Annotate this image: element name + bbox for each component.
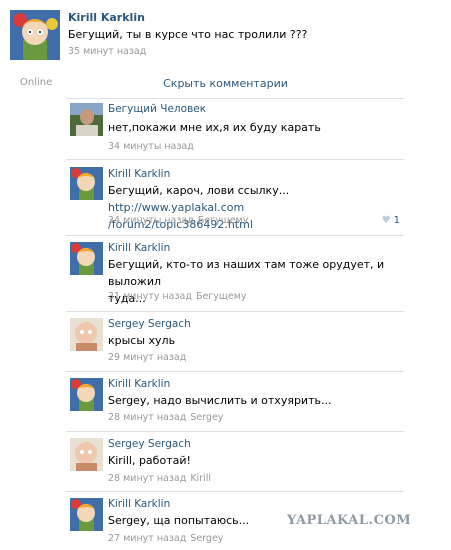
commenter-avatar[interactable] [70,242,103,275]
comment-item: Kirill Karklin Бегущий, кто-то из наших … [66,236,404,311]
comment-timestamp[interactable]: 34 минуты назад [108,141,194,152]
reply-to-link[interactable]: Sergey [190,533,223,544]
commenter-avatar[interactable] [70,438,103,471]
reply-to-link[interactable]: Бегущему [198,215,249,226]
comment-text: крысы хуль [108,334,176,347]
comment-author-link[interactable]: Бегущий Человек [108,103,206,115]
author-avatar[interactable] [10,10,60,60]
commenter-avatar[interactable] [70,167,103,200]
comment-meta: 28 минут назад Sergey [108,412,223,423]
comment-text: Kirill, работай! [108,454,191,467]
comment-meta: 34 минуты назад Бегущему [108,215,248,226]
heart-icon: ♥ [381,215,391,226]
comment-item: Sergey Sergach Kirill, работай! 28 минут… [66,432,404,491]
comment-text: нет,покажи мне их,я их буду карать [108,121,321,134]
like-button[interactable]: ♥ 1 [382,215,400,226]
like-count: 1 [393,215,400,226]
comment-author-link[interactable]: Kirill Karklin [108,378,170,390]
comment-author-link[interactable]: Kirill Karklin [108,498,170,510]
comment-text: Sergey, надо вычислить и отхуярить... [108,394,332,407]
comment-meta: 29 минут назад [108,352,186,363]
comment-item: Sergey Sergach крысы хуль 29 минут назад [66,312,404,371]
comment-item: Kirill Karklin Sergey, надо вычислить и … [66,372,404,431]
comment-timestamp[interactable]: 28 минут назад [108,412,186,423]
comment-author-link[interactable]: Kirill Karklin [108,168,170,180]
comment-author-link[interactable]: Kirill Karklin [108,242,170,254]
comment-timestamp[interactable]: 29 минут назад [108,352,186,363]
comment-meta: 34 минуты назад [108,141,194,152]
commenter-avatar[interactable] [70,378,103,411]
comment-meta: 31 минуту назад Бегущему [108,291,247,302]
commenter-avatar[interactable] [70,103,103,136]
comment-author-link[interactable]: Sergey Sergach [108,318,191,330]
hide-comments-link[interactable]: Скрыть комментарии [0,77,451,90]
comment-meta: 27 минут назад Sergey [108,533,223,544]
comment-timestamp[interactable]: 28 минут назад [108,473,186,484]
reply-to-link[interactable]: Бегущему [196,291,247,302]
commenter-avatar[interactable] [70,318,103,351]
comment-timestamp[interactable]: 31 минуту назад [108,291,192,302]
post-author-link[interactable]: Kirill Karklin [68,11,145,24]
comment-timestamp[interactable]: 27 минут назад [108,533,186,544]
commenter-avatar[interactable] [70,498,103,531]
reply-to-link[interactable]: Sergey [190,412,223,423]
site-watermark: YAPLAKAL.COM [287,513,412,528]
post-timestamp[interactable]: 35 минут назад [68,46,146,57]
comment-meta: 28 минут назад Kirill [108,473,211,484]
post-text: Бегущий, ты в курсе что нас тролили ??? [68,28,308,41]
comment-item: Kirill Karklin Бегущий, кароч, лови ссыл… [66,160,404,235]
comment-timestamp[interactable]: 34 минуты назад [108,215,194,226]
comment-item: Бегущий Человек нет,покажи мне их,я их б… [66,99,404,159]
reply-to-link[interactable]: Kirill [190,473,211,484]
comment-author-link[interactable]: Sergey Sergach [108,438,191,450]
